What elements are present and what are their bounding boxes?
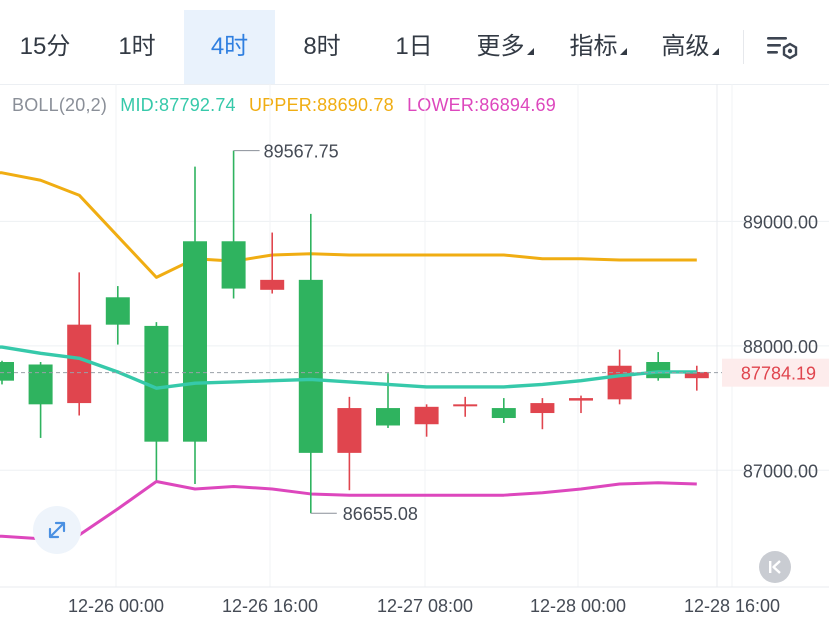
candle-body-down [414, 406, 439, 425]
expand-arrows-icon [48, 521, 66, 539]
candle-body-down [607, 365, 632, 400]
x-tick-label: 12-27 08:00 [377, 596, 473, 616]
candle-body-up [221, 241, 246, 289]
y-tick-label: 87000.00 [743, 461, 818, 481]
tab-label: 1时 [118, 33, 156, 60]
tab-8h[interactable]: 8时 [285, 10, 359, 84]
tab-label: 15分 [19, 33, 71, 60]
dropdown-caret-icon [526, 48, 534, 55]
tab-more[interactable]: 更多 [466, 10, 544, 84]
max-price-label: 89567.75 [264, 142, 339, 162]
dropdown-caret-icon [711, 48, 719, 55]
y-tick-label: 88000.00 [743, 337, 818, 357]
x-tick-label: 12-28 16:00 [684, 596, 780, 616]
tab-4h[interactable]: 4时 [184, 10, 275, 84]
boll-mid-line [0, 345, 697, 390]
x-tick-label: 12-26 00:00 [68, 596, 164, 616]
candle-body-up [298, 279, 323, 453]
candlestick-chart[interactable]: 89000.00 88000.00 87000.00 12-26 00:00 12-26… [0, 84, 829, 628]
fullscreen-expand-button[interactable] [33, 506, 81, 554]
dropdown-caret-icon [619, 48, 627, 55]
candle-body-up [491, 408, 516, 419]
boll-upper-line [0, 171, 697, 279]
last-price-tag: 87784.19 [741, 364, 816, 384]
x-tick-label: 12-26 16:00 [222, 596, 318, 616]
timeframe-tabbar: 15分 1时 4时 8时 1日 更多 指标 高级 [0, 0, 829, 85]
tab-1d[interactable]: 1日 [378, 10, 450, 84]
tab-15m[interactable]: 15分 [10, 10, 80, 84]
candle-body-down [453, 404, 478, 407]
tab-divider [743, 30, 744, 64]
x-tick-label: 12-28 00:00 [530, 596, 626, 616]
candle-body-down [260, 279, 285, 290]
candle-body-up [105, 297, 130, 325]
tab-label: 4时 [210, 33, 249, 60]
tab-label: 1日 [395, 33, 433, 60]
candle-body-up [28, 364, 53, 405]
skip-to-latest-icon [769, 560, 781, 574]
min-price-label: 86655.08 [343, 504, 418, 524]
candle-body-up [183, 241, 207, 442]
tab-1h[interactable]: 1时 [100, 10, 174, 84]
tab-label: 8时 [303, 33, 341, 60]
tab-indicators[interactable]: 指标 [558, 10, 638, 84]
chart-settings-icon[interactable] [764, 33, 800, 63]
tab-advanced[interactable]: 高级 [650, 10, 730, 84]
candle-body-down [569, 398, 593, 401]
candle-body-down [67, 324, 92, 404]
scroll-to-latest-button[interactable] [759, 551, 791, 583]
candle-body-down [530, 403, 555, 414]
candle-body-up [376, 408, 400, 426]
tab-label: 更多 [476, 33, 525, 60]
tab-label: 高级 [661, 33, 710, 60]
y-tick-label: 89000.00 [743, 212, 818, 232]
tab-label: 指标 [569, 33, 618, 60]
candle-body-up [0, 362, 14, 381]
candle-body-down [337, 408, 362, 453]
candle-body-up [646, 362, 671, 379]
